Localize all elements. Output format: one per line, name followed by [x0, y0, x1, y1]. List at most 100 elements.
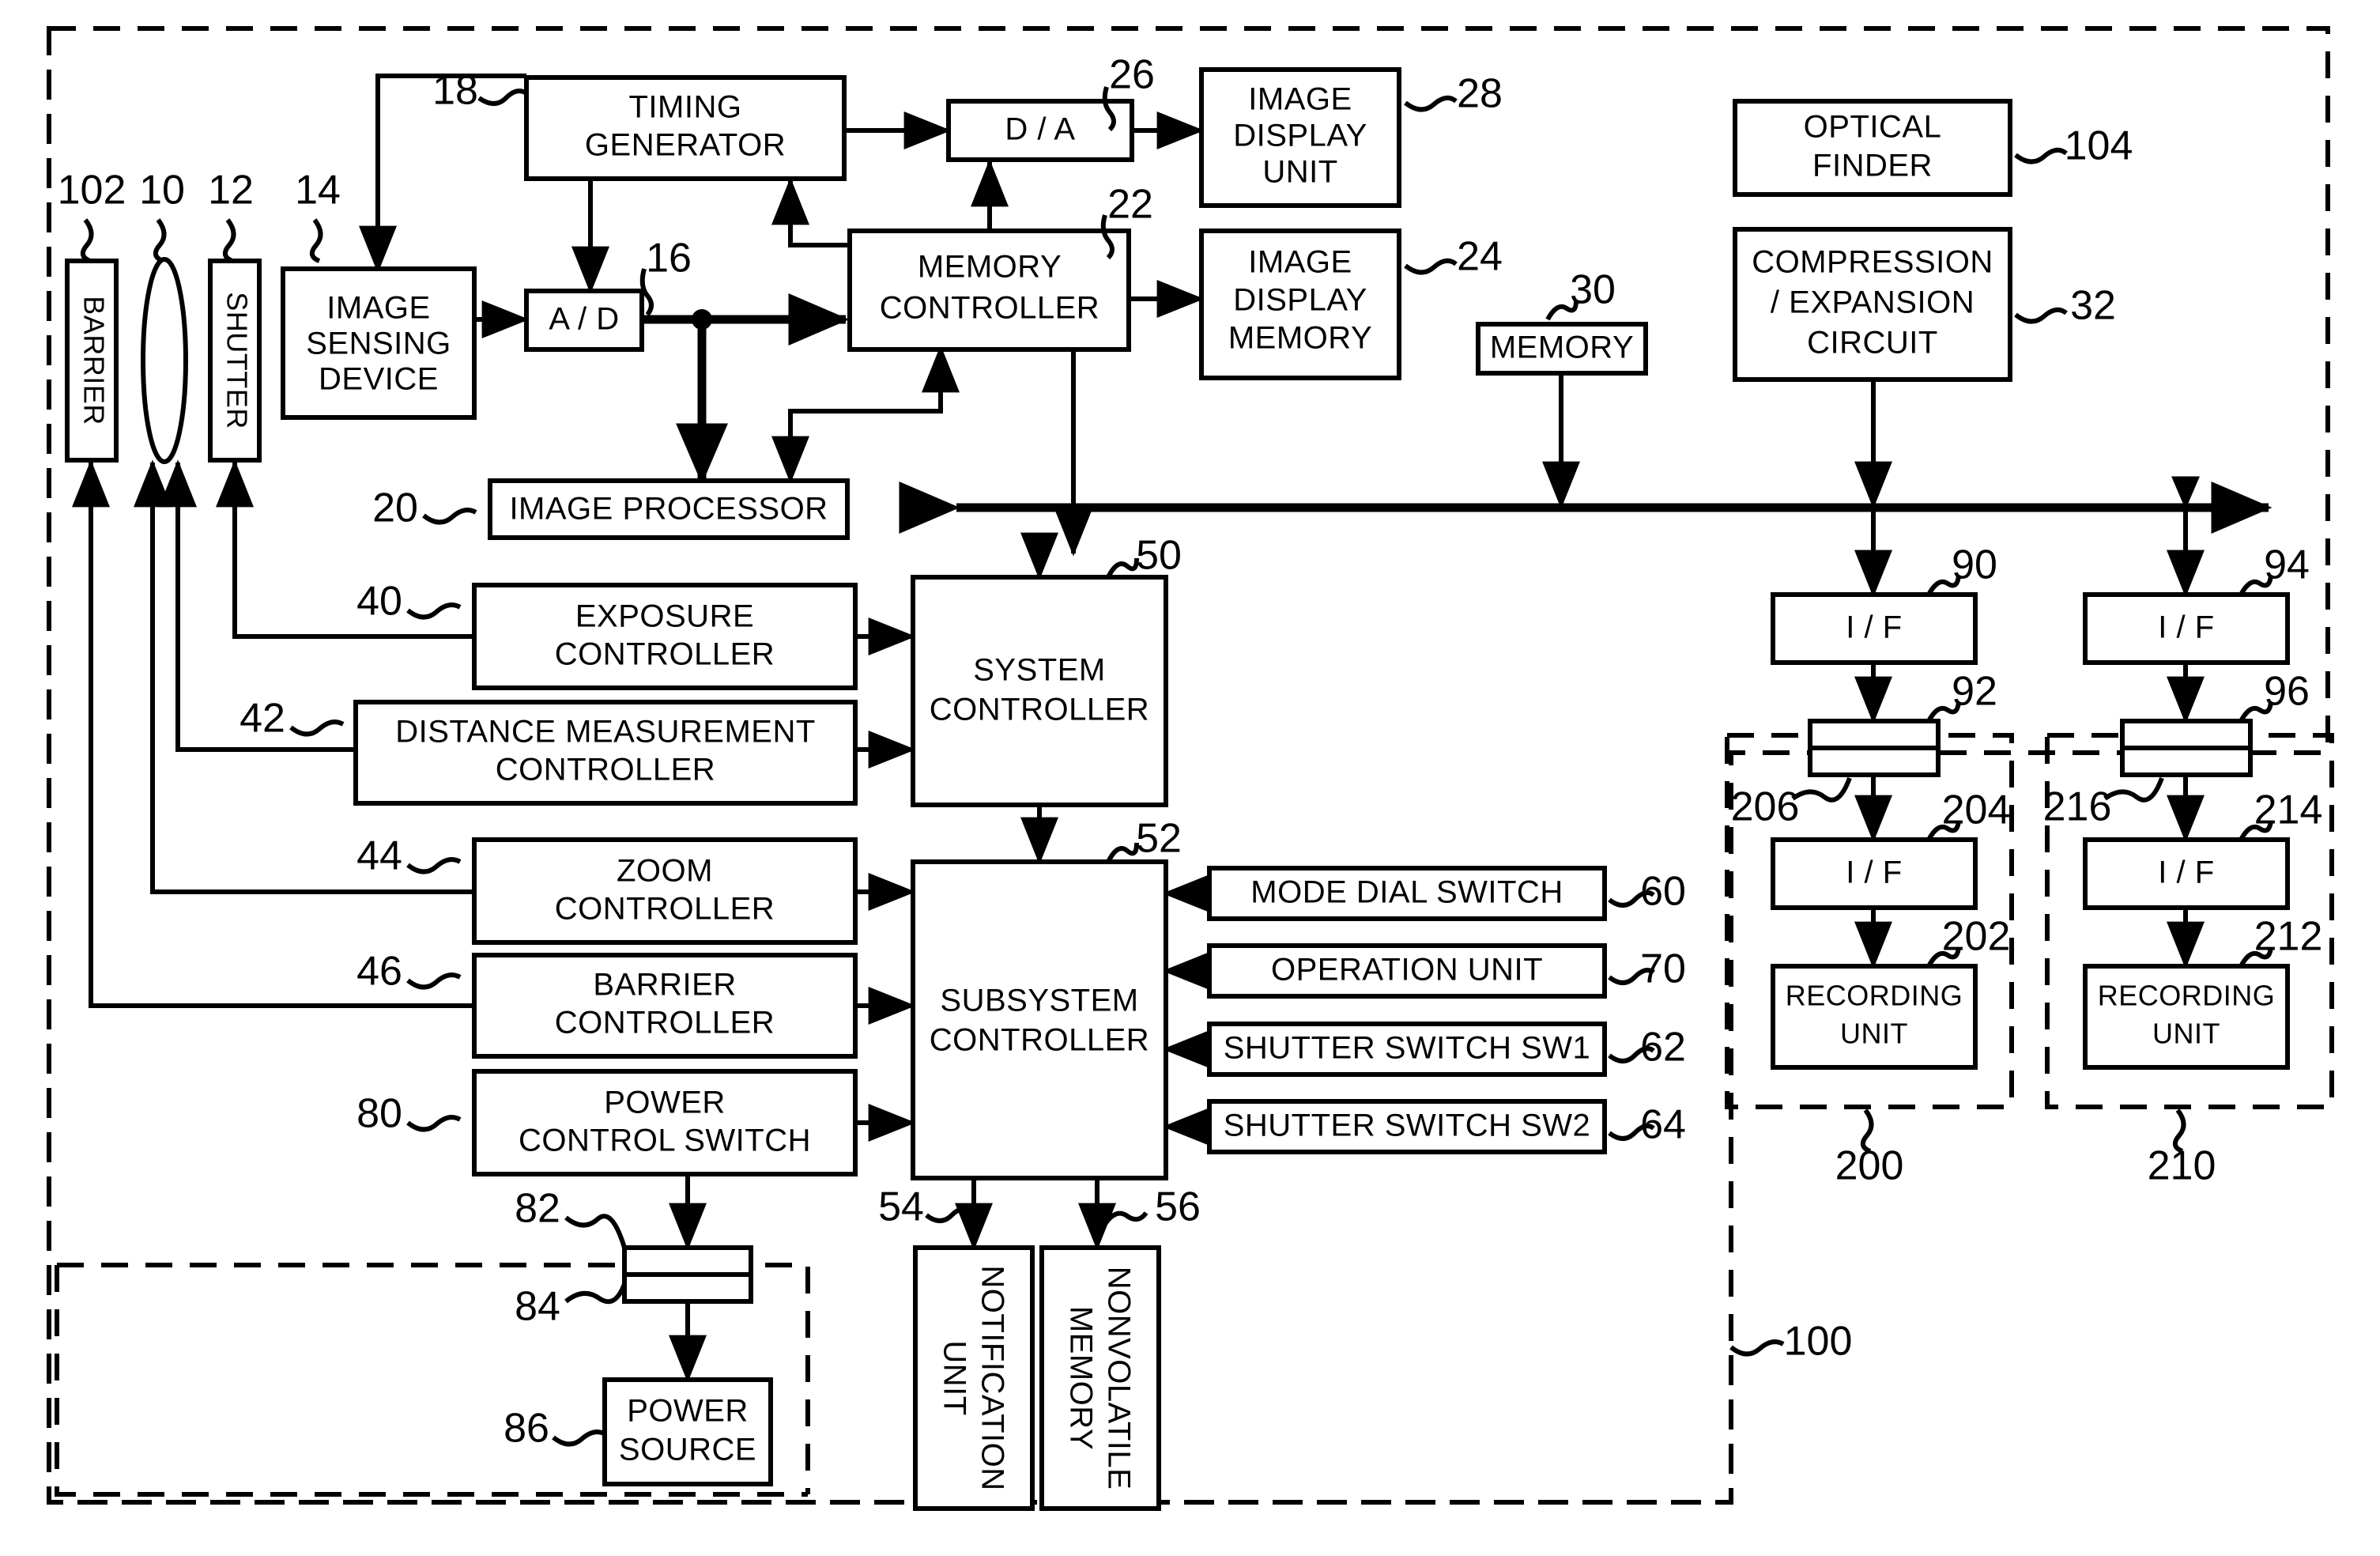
block-power-control-switch-label-2: CONTROL SWITCH	[519, 1124, 811, 1158]
leader-40	[406, 602, 462, 620]
block-image-display-unit-label-1: IMAGE	[1248, 82, 1352, 117]
wire-zoom-ctrl-to-lens	[134, 459, 474, 894]
ref-28: 28	[1457, 71, 1503, 117]
block-notification-unit[interactable]	[913, 1245, 1035, 1511]
block-image-processor-label: IMAGE PROCESSOR	[509, 492, 828, 527]
leader-44	[406, 857, 462, 874]
block-connector-96[interactable]	[2120, 719, 2253, 750]
block-distance-controller-label-1: DISTANCE MEASUREMENT	[395, 715, 816, 750]
block-connector-92[interactable]	[1808, 719, 1941, 750]
block-memory-controller-label-1: MEMORY	[918, 250, 1062, 285]
ref-212: 212	[2254, 914, 2323, 960]
wire-memctl-to-tg	[771, 177, 850, 247]
leader-216	[2103, 776, 2164, 803]
block-nonvolatile-memory[interactable]	[1039, 1245, 1161, 1511]
leader-54	[925, 1207, 973, 1223]
block-power-source-label-2: SOURCE	[619, 1433, 756, 1467]
ref-82: 82	[515, 1186, 560, 1232]
block-da-converter-label: D / A	[1005, 112, 1075, 147]
block-subsystem-controller-label-2: CONTROLLER	[930, 1023, 1149, 1058]
block-if-94-label: I / F	[2158, 610, 2214, 645]
leader-56	[1103, 1210, 1149, 1226]
ref-84: 84	[515, 1284, 560, 1330]
block-image-display-memory-label-1: IMAGE	[1248, 245, 1352, 280]
block-zoom-controller-label-2: CONTROLLER	[555, 892, 775, 927]
block-optical-finder-label-2: FINDER	[1812, 149, 1933, 183]
block-image-sensing-device-label-1: IMAGE	[326, 291, 430, 326]
block-image-display-unit-label-3: UNIT	[1262, 155, 1337, 190]
block-if-90-label: I / F	[1846, 610, 1902, 645]
block-optical-finder-label-1: OPTICAL	[1804, 110, 1942, 145]
block-notification-unit-label-2: UNIT	[937, 1340, 971, 1415]
ref-26: 26	[1109, 52, 1155, 98]
leader-14	[309, 218, 323, 263]
block-lens[interactable]	[141, 257, 188, 464]
block-if-204-label: I / F	[1846, 855, 1902, 890]
leader-84	[564, 1282, 627, 1305]
leader-80	[406, 1115, 462, 1132]
block-recording-unit-212-label-2: UNIT	[2152, 1018, 2220, 1050]
block-image-sensing-device-label-3: DEVICE	[319, 362, 439, 397]
ref-56: 56	[1155, 1184, 1201, 1230]
block-timing-generator-label-1: TIMING	[629, 90, 742, 125]
block-nonvolatile-memory-label-1: NONVOLATILE	[1101, 1267, 1136, 1490]
leader-206	[1791, 776, 1852, 803]
ref-216: 216	[2043, 784, 2112, 830]
block-system-controller-label-2: CONTROLLER	[930, 693, 1149, 727]
leader-100	[1729, 1339, 1785, 1357]
leader-52	[1106, 842, 1139, 863]
leader-32	[2014, 307, 2068, 324]
ref-40: 40	[356, 579, 402, 625]
ref-42: 42	[240, 696, 285, 742]
block-shutter-label: SHUTTER	[221, 292, 253, 429]
ref-104: 104	[2065, 123, 2133, 169]
block-barrier-controller-label-1: BARRIER	[593, 968, 736, 1003]
ref-10: 10	[139, 168, 185, 213]
leader-42	[289, 719, 345, 737]
wire-image-processor-to-memctl	[788, 345, 960, 481]
block-notification-unit-label-1: NOTIFICATION	[975, 1265, 1009, 1490]
block-connector-84[interactable]	[622, 1272, 753, 1304]
leader-104	[2014, 147, 2068, 164]
leader-24	[1404, 258, 1458, 275]
ref-18: 18	[432, 68, 478, 114]
ref-22: 22	[1107, 182, 1153, 228]
leader-82	[564, 1214, 627, 1248]
block-image-display-memory-label-2: DISPLAY	[1233, 283, 1367, 318]
ref-206: 206	[1731, 784, 1800, 830]
block-compression-label-2: / EXPANSION	[1771, 285, 1975, 320]
block-shutter-switch-sw2-label: SHUTTER SWITCH SW2	[1224, 1108, 1591, 1143]
leader-102	[80, 218, 94, 263]
ref-16: 16	[646, 236, 692, 281]
leader-46	[406, 972, 462, 990]
ref-86: 86	[504, 1406, 549, 1452]
block-system-controller[interactable]	[911, 575, 1168, 807]
block-connector-92b[interactable]	[1808, 746, 1941, 777]
block-system-controller-label-1: SYSTEM	[973, 653, 1105, 688]
block-zoom-controller-label-1: ZOOM	[617, 854, 713, 889]
leader-86	[552, 1429, 607, 1447]
block-distance-controller-label-2: CONTROLLER	[496, 753, 715, 787]
leader-20	[422, 508, 477, 525]
ref-20: 20	[372, 485, 418, 531]
leader-18	[477, 89, 528, 106]
ref-32: 32	[2070, 283, 2116, 329]
block-recording-unit-212-label-1: RECORDING	[2098, 980, 2276, 1012]
block-subsystem-controller[interactable]	[911, 859, 1168, 1180]
ref-100: 100	[1784, 1319, 1853, 1365]
block-mode-dial-switch-label: MODE DIAL SWITCH	[1250, 875, 1563, 910]
block-recording-unit-202-label-1: RECORDING	[1786, 980, 1963, 1012]
ref-52: 52	[1136, 816, 1182, 862]
block-barrier-label: BARRIER	[77, 296, 110, 425]
leader-50	[1106, 557, 1139, 579]
block-image-display-memory-label-3: MEMORY	[1228, 321, 1372, 356]
block-operation-unit-label: OPERATION UNIT	[1271, 953, 1543, 988]
block-ad-converter-label: A / D	[549, 302, 619, 337]
ref-50: 50	[1136, 533, 1182, 579]
block-exposure-controller-label-1: EXPOSURE	[575, 599, 754, 634]
block-nonvolatile-memory-label-2: MEMORY	[1063, 1306, 1098, 1450]
leader-28	[1404, 95, 1458, 112]
block-connector-96b[interactable]	[2120, 746, 2253, 777]
block-connector-82[interactable]	[622, 1245, 753, 1277]
leader-12	[222, 218, 236, 263]
